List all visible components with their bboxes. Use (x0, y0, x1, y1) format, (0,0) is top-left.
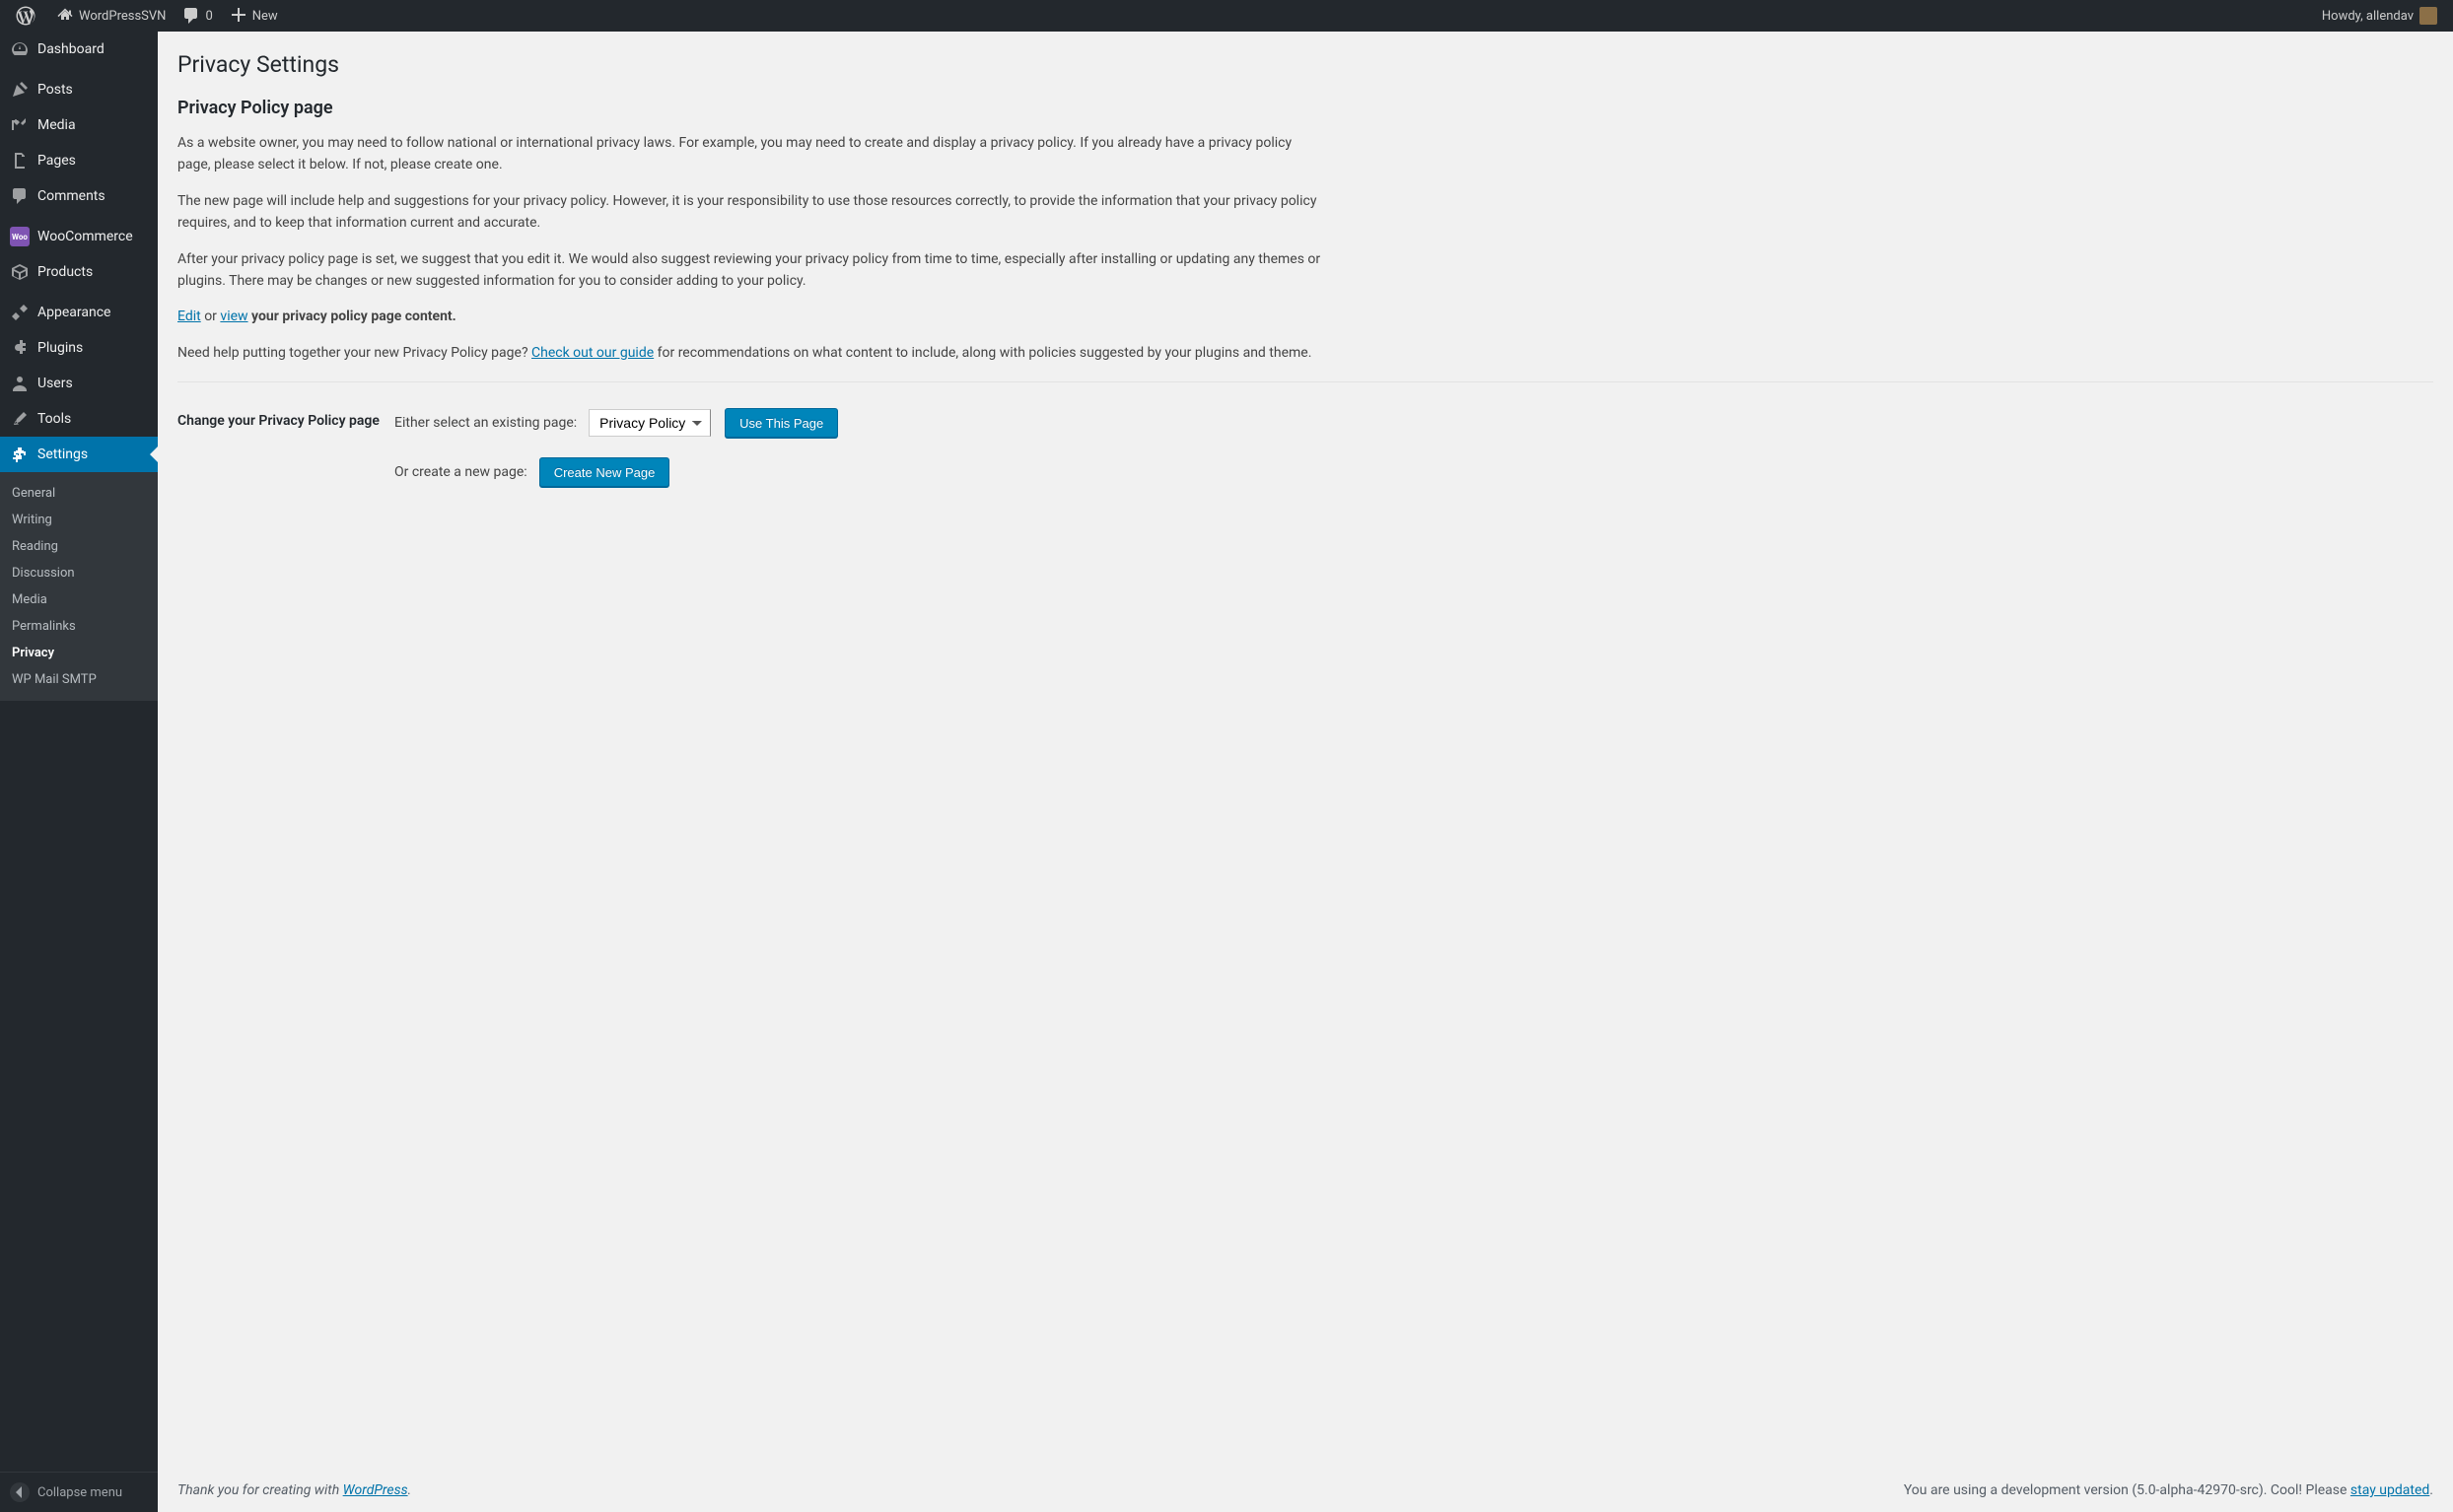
media-icon (10, 115, 30, 135)
menu-appearance[interactable]: Appearance (0, 295, 158, 330)
menu-label: WooCommerce (37, 229, 133, 244)
intro-p1: As a website owner, you may need to foll… (177, 132, 1321, 176)
menu-users[interactable]: Users (0, 366, 158, 401)
page-select[interactable]: Privacy Policy (589, 409, 711, 437)
collapse-menu[interactable]: Collapse menu (0, 1472, 158, 1512)
divider (177, 381, 2433, 382)
site-name-label: WordPressSVN (79, 9, 166, 24)
comments-count: 0 (205, 9, 212, 24)
guide-link[interactable]: Check out our guide (531, 345, 654, 361)
woo-icon: Woo (10, 227, 30, 246)
user-avatar (2419, 7, 2437, 25)
menu-dashboard[interactable]: Dashboard (0, 32, 158, 67)
home-icon (55, 6, 75, 26)
menu-pages[interactable]: Pages (0, 143, 158, 178)
stay-updated-link[interactable]: stay updated (2350, 1482, 2429, 1498)
menu-plugins[interactable]: Plugins (0, 330, 158, 366)
view-link[interactable]: view (220, 309, 247, 324)
footer-version: You are using a development version (5.0… (1904, 1482, 2433, 1498)
submenu-privacy[interactable]: Privacy (0, 640, 158, 666)
page-title: Privacy Settings (177, 51, 2433, 78)
menu-label: Posts (37, 82, 73, 98)
main-content: Privacy Settings Privacy Policy page As … (158, 32, 2453, 1512)
admin-footer: Thank you for creating with WordPress. Y… (177, 1482, 2433, 1498)
create-label: Or create a new page: (394, 464, 527, 480)
products-icon (10, 262, 30, 282)
settings-icon (10, 445, 30, 464)
wordpress-logo-icon (16, 6, 35, 26)
menu-label: Dashboard (37, 41, 105, 57)
menu-products[interactable]: Products (0, 254, 158, 290)
admin-sidebar: Dashboard Posts Media Pages Comments Woo… (0, 32, 158, 1512)
collapse-label: Collapse menu (37, 1485, 122, 1500)
select-label: Either select an existing page: (394, 415, 577, 431)
submenu-discussion[interactable]: Discussion (0, 560, 158, 586)
comment-icon (181, 6, 201, 26)
menu-label: Tools (37, 411, 71, 427)
menu-label: Settings (37, 447, 88, 462)
wordpress-link[interactable]: WordPress (343, 1482, 408, 1498)
menu-tools[interactable]: Tools (0, 401, 158, 437)
tools-icon (10, 409, 30, 429)
menu-media[interactable]: Media (0, 107, 158, 143)
menu-label: Products (37, 264, 93, 280)
pages-icon (10, 151, 30, 171)
menu-label: Comments (37, 188, 105, 204)
admin-toolbar: WordPressSVN 0 New Howdy, allendav (0, 0, 2453, 32)
plus-icon (229, 6, 248, 26)
menu-woocommerce[interactable]: Woo WooCommerce (0, 219, 158, 254)
section-title: Privacy Policy page (177, 98, 2433, 118)
plugins-icon (10, 338, 30, 358)
new-label: New (252, 9, 278, 24)
submenu-writing[interactable]: Writing (0, 507, 158, 533)
form-fields: Either select an existing page: Privacy … (394, 406, 2433, 509)
submenu-general[interactable]: General (0, 480, 158, 507)
posts-icon (10, 80, 30, 100)
edit-link[interactable]: Edit (177, 309, 201, 324)
guide-line: Need help putting together your new Priv… (177, 342, 1321, 364)
menu-settings[interactable]: Settings (0, 437, 158, 472)
site-name-menu[interactable]: WordPressSVN (47, 0, 174, 32)
use-page-button[interactable]: Use This Page (725, 408, 838, 438)
howdy-text: Howdy, allendav (2322, 9, 2414, 24)
menu-label: Appearance (37, 305, 110, 320)
comments-icon (10, 186, 30, 206)
menu-label: Media (37, 117, 76, 133)
menu-label: Plugins (37, 340, 83, 356)
users-icon (10, 374, 30, 393)
intro-p2: The new page will include help and sugge… (177, 190, 1321, 235)
my-account-menu[interactable]: Howdy, allendav (2314, 0, 2445, 32)
footer-thanks: Thank you for creating with WordPress. (177, 1482, 411, 1498)
menu-comments[interactable]: Comments (0, 178, 158, 214)
menu-label: Users (37, 376, 73, 391)
toolbar-left: WordPressSVN 0 New (8, 0, 286, 32)
form-label: Change your Privacy Policy page (177, 406, 394, 509)
intro-p3: After your privacy policy page is set, w… (177, 248, 1321, 293)
appearance-icon (10, 303, 30, 322)
submenu-wp-mail-smtp[interactable]: WP Mail SMTP (0, 666, 158, 693)
toolbar-right: Howdy, allendav (2314, 0, 2445, 32)
comments-menu[interactable]: 0 (174, 0, 220, 32)
menu-label: Pages (37, 153, 76, 169)
collapse-icon (10, 1482, 30, 1502)
wp-logo-menu[interactable] (8, 0, 47, 32)
dashboard-icon (10, 39, 30, 59)
edit-view-line: Edit or view your privacy policy page co… (177, 306, 1321, 327)
new-content-menu[interactable]: New (221, 0, 286, 32)
menu-posts[interactable]: Posts (0, 72, 158, 107)
submenu-media[interactable]: Media (0, 586, 158, 613)
create-page-button[interactable]: Create New Page (539, 457, 670, 487)
settings-submenu: General Writing Reading Discussion Media… (0, 472, 158, 701)
submenu-permalinks[interactable]: Permalinks (0, 613, 158, 640)
privacy-form: Change your Privacy Policy page Either s… (177, 406, 2433, 509)
submenu-reading[interactable]: Reading (0, 533, 158, 560)
